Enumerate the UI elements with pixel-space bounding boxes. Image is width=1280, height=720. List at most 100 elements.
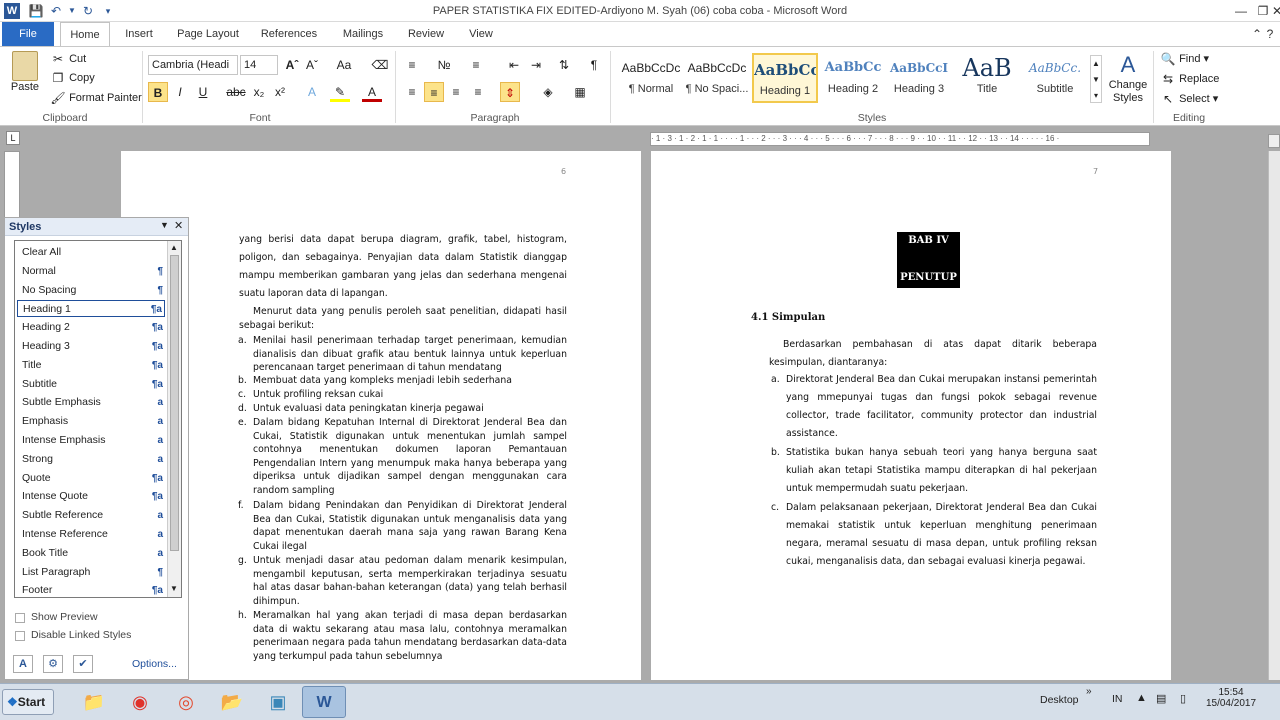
tab-home[interactable]: Home [60,22,110,46]
help-icon[interactable]: ? [1262,25,1278,43]
style-list-item[interactable]: Intense Quote ¶a [17,488,165,505]
tab-references[interactable]: References [254,22,324,46]
options-link[interactable]: Options... [132,658,177,670]
desktop-toolbar-label[interactable]: Desktop [1040,694,1079,706]
folder-icon[interactable]: 📂 [210,686,254,718]
signal-icon[interactable]: ▤ [1156,692,1166,705]
shrink-font-icon[interactable]: Aˇ [302,55,322,75]
disable-linked-styles-checkbox[interactable] [15,631,25,641]
underline-button[interactable]: U [193,82,213,102]
styles-list-scrollbar[interactable]: ▲ ▼ [167,241,181,597]
style-list-item[interactable]: Subtle Reference a [17,507,165,524]
line-spacing-icon[interactable]: ⇕ [500,82,520,102]
restore-icon[interactable]: ❐ [1252,2,1274,20]
battery-icon[interactable]: ▯ [1180,692,1186,705]
scroll-down-icon[interactable]: ▼ [170,584,178,593]
style-list-item[interactable]: List Paragraph ¶ [17,564,165,581]
minimize-icon[interactable]: — [1230,2,1252,20]
style-list-item[interactable]: Subtle Emphasis a [17,394,165,411]
style-heading-2[interactable]: AaBbCc Heading 2 [820,53,886,103]
styles-list[interactable]: ▲ ▼ Clear All Normal ¶ No Spacing ¶ Heading 1… [14,240,182,598]
document-page[interactable]: 6 yang berisi data dapat berupa diagram,… [121,151,641,680]
view-ruler-icon[interactable] [1268,134,1280,148]
chrome-icon[interactable]: ◎ [164,686,208,718]
align-center-icon[interactable]: ≡ [424,82,444,102]
new-style-icon[interactable]: A [13,655,33,673]
bold-button[interactable]: B [148,82,168,102]
style-title[interactable]: AaB Title [954,53,1020,103]
strikethrough-button[interactable]: abc [226,82,246,102]
borders-icon[interactable]: ▦ [570,82,590,102]
pane-menu-icon[interactable]: ▼ [160,220,169,230]
sort-icon[interactable]: ⇅ [554,55,574,75]
replace-button[interactable]: ⇆ Replace [1160,71,1219,87]
vertical-ruler[interactable] [4,151,20,221]
shading-icon[interactable]: ◈ [538,82,558,102]
numbering-icon[interactable]: № [434,55,454,75]
clear-formatting-icon[interactable]: ⌫ [370,55,390,75]
show-preview-checkbox[interactable] [15,613,25,623]
tab-view[interactable]: View [460,22,502,46]
subscript-button[interactable]: x₂ [249,82,269,102]
style-list-item[interactable]: No Spacing ¶ [17,282,165,299]
justify-icon[interactable]: ≡ [468,82,488,102]
change-case-icon[interactable]: Aa [334,55,354,75]
vertical-scrollbar[interactable] [1268,151,1280,680]
style-list-item[interactable]: Clear All [17,244,165,261]
style-list-item[interactable]: Emphasis a [17,413,165,430]
style-list-item[interactable]: Book Title a [17,545,165,562]
style-list-item[interactable]: Footer ¶a [17,582,165,597]
copy-button[interactable]: ❐ Copy [50,70,95,86]
font-size-select[interactable]: 14 [240,55,278,75]
horizontal-ruler[interactable]: · 1 · 3 · 1 · 2 · 1 · 1 · · · · 1 · · · … [650,132,1150,146]
language-indicator[interactable]: IN [1112,693,1123,705]
gallery-scroll-icon[interactable]: ▲ ▼ ▾ [1090,55,1102,103]
increase-indent-icon[interactable]: ⇥ [526,55,546,75]
toolbar-expand-icon[interactable]: » [1086,686,1092,697]
tab-selector-icon[interactable]: L [6,131,20,145]
font-color-icon[interactable]: A [362,82,382,102]
font-name-select[interactable]: Cambria (Headi [148,55,238,75]
style-list-item[interactable]: Subtitle ¶a [17,376,165,393]
style-list-item[interactable]: Strong a [17,451,165,468]
style-list-item[interactable]: Heading 1 ¶a [17,300,165,318]
style-inspector-icon[interactable]: ⚙ [43,655,63,673]
style-list-item[interactable]: Title ¶a [17,357,165,374]
style-list-item[interactable]: Intense Reference a [17,526,165,543]
decrease-indent-icon[interactable]: ⇤ [504,55,524,75]
file-explorer-icon[interactable]: 📁 [72,686,116,718]
word-taskbar-icon[interactable]: W [302,686,346,718]
tab-insert[interactable]: Insert [116,22,162,46]
superscript-button[interactable]: x² [270,82,290,102]
style-heading-1[interactable]: AaBbCc Heading 1 [752,53,818,103]
italic-button[interactable]: I [170,82,190,102]
show-formatting-icon[interactable]: ¶ [584,55,604,75]
style-heading-3[interactable]: AaBbCcI Heading 3 [886,53,952,103]
grow-font-icon[interactable]: Aˆ [282,55,302,75]
tab-file[interactable]: File [2,22,54,46]
find-button[interactable]: 🔍 Find ▾ [1160,51,1210,67]
multilevel-list-icon[interactable]: ≡ [466,55,486,75]
tab-mailings[interactable]: Mailings [334,22,392,46]
style-subtitle[interactable]: AaBbCc. Subtitle [1022,53,1088,103]
cut-button[interactable]: ✂ Cut [50,51,86,67]
clock[interactable]: 15:54 15/04/2017 [1200,687,1262,709]
select-button[interactable]: ↖ Select ▾ [1160,91,1218,107]
paste-button[interactable]: Paste [8,51,42,93]
text-effects-icon[interactable]: A [302,82,322,102]
style-normal[interactable]: AaBbCcDc ¶ Normal [618,53,684,103]
scroll-up-icon[interactable]: ▲ [170,243,178,252]
highlight-icon[interactable]: ✎ [330,82,350,102]
change-styles-button[interactable]: A Change Styles [1106,51,1150,105]
style-list-item[interactable]: Heading 2 ¶a [17,319,165,336]
align-left-icon[interactable]: ≡ [402,82,422,102]
style-list-item[interactable]: Intense Emphasis a [17,432,165,449]
media-app-icon[interactable]: ◉ [118,686,162,718]
align-right-icon[interactable]: ≡ [446,82,466,102]
bullets-icon[interactable]: ≡ [402,55,422,75]
tray-expand-icon[interactable]: ▲ [1136,692,1147,704]
style-list-item[interactable]: Normal ¶ [17,263,165,280]
manage-styles-icon[interactable]: ✔ [73,655,93,673]
document-page[interactable]: 7 BAB IV PENUTUP 4.1 Simpulan Berdasarka… [651,151,1171,680]
start-button[interactable]: ❖Start [2,689,54,715]
